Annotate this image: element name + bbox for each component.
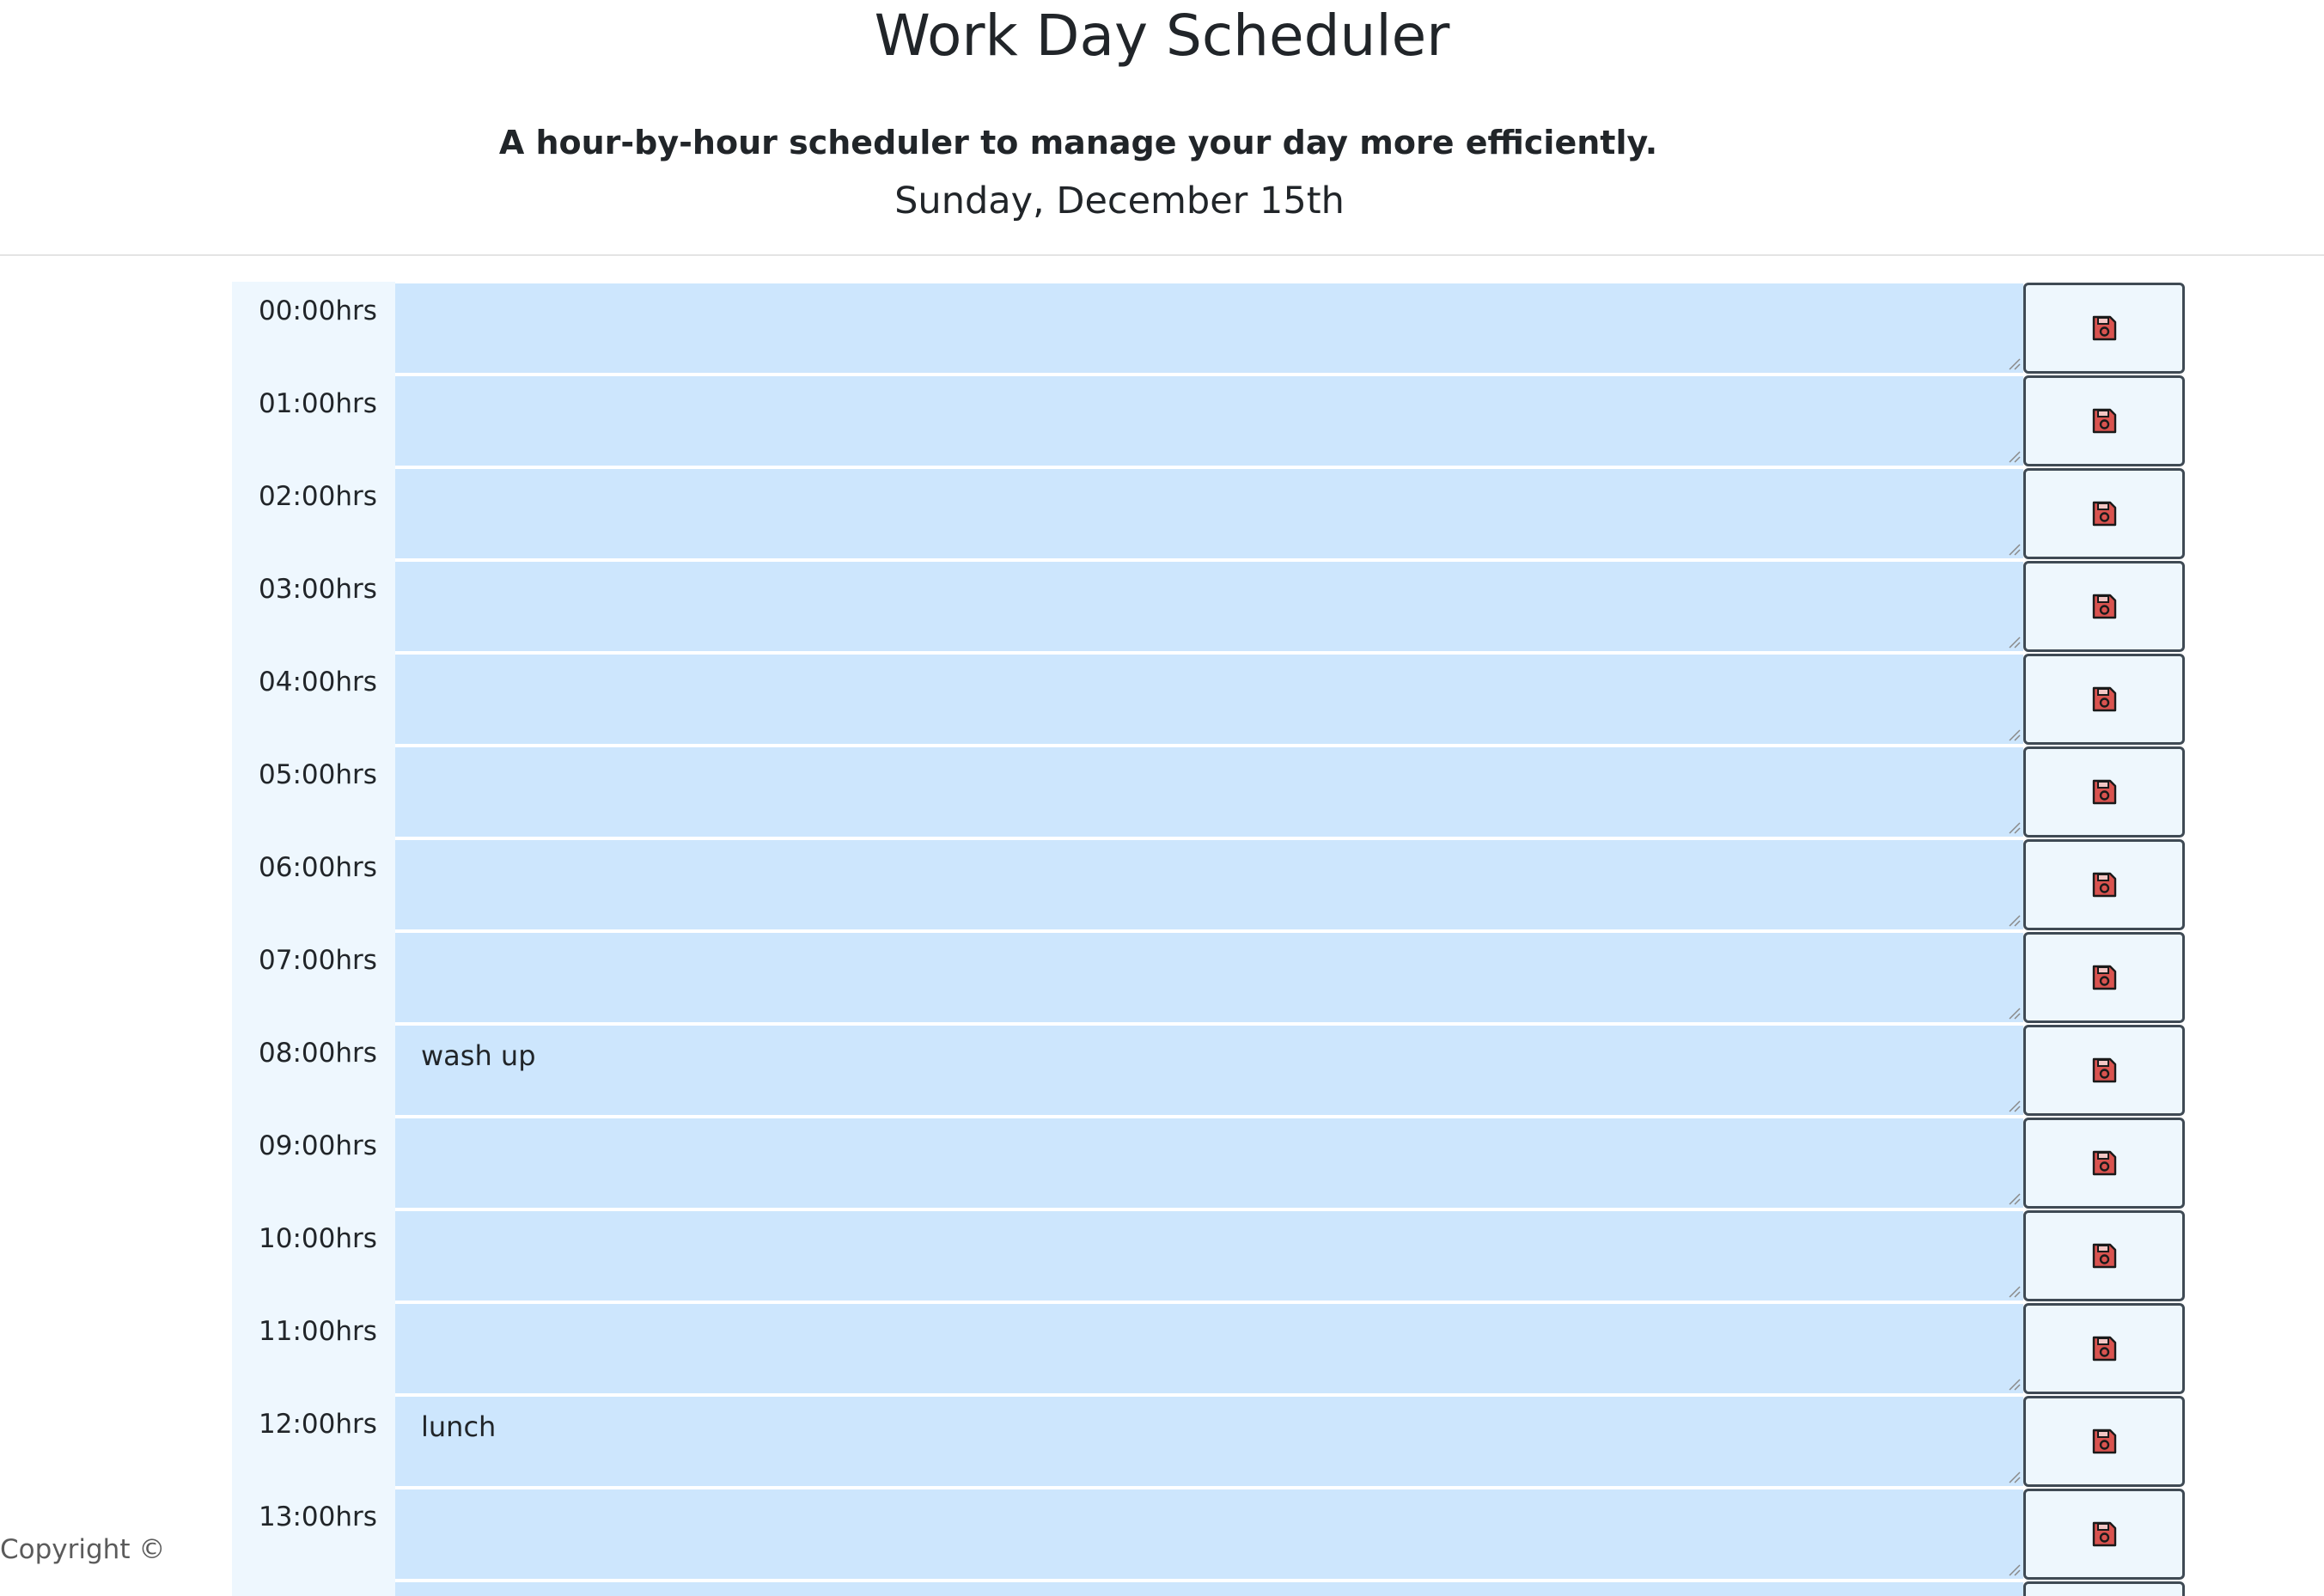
resize-handle-icon[interactable]: [2007, 1191, 2021, 1205]
time-block-row: 13:00hrs: [232, 1488, 2193, 1581]
floppy-disk-icon: [2092, 872, 2117, 898]
floppy-disk-icon: [2092, 1336, 2117, 1361]
resize-handle-icon[interactable]: [2007, 1562, 2021, 1576]
floppy-disk-icon: [2092, 965, 2117, 990]
floppy-disk-icon: [2092, 1057, 2117, 1083]
floppy-disk-icon: [2092, 501, 2117, 527]
page: Work Day Scheduler A hour-by-hour schedu…: [0, 0, 2324, 1596]
resize-handle-icon[interactable]: [2007, 913, 2021, 927]
event-description-textarea[interactable]: [395, 469, 2023, 558]
save-button[interactable]: [2023, 1118, 2185, 1209]
resize-handle-icon[interactable]: [2007, 1284, 2021, 1298]
save-button[interactable]: [2023, 746, 2185, 838]
resize-handle-icon[interactable]: [2007, 728, 2021, 741]
resize-handle-icon[interactable]: [2007, 635, 2021, 649]
event-description-textarea[interactable]: [395, 840, 2023, 929]
time-block-row: 14:00hrs: [232, 1581, 2193, 1596]
save-button[interactable]: [2023, 1489, 2185, 1580]
event-description-textarea[interactable]: [395, 1489, 2023, 1579]
event-description-textarea[interactable]: [395, 1304, 2023, 1393]
time-block-row: 08:00hrs wash up: [232, 1024, 2193, 1117]
resize-handle-icon[interactable]: [2007, 356, 2021, 370]
hour-label: 05:00hrs: [232, 746, 395, 838]
save-button[interactable]: [2023, 1396, 2185, 1487]
time-block-row: 04:00hrs: [232, 653, 2193, 746]
page-subtitle: A hour-by-hour scheduler to manage your …: [498, 124, 1658, 161]
resize-handle-icon[interactable]: [2007, 820, 2021, 834]
event-description-textarea[interactable]: wash up: [395, 1026, 2023, 1115]
save-button[interactable]: [2023, 283, 2185, 374]
event-description-textarea[interactable]: [395, 283, 2023, 373]
footer-copyright: Copyright ©: [0, 1534, 166, 1565]
time-block-row: 03:00hrs: [232, 560, 2193, 653]
floppy-disk-icon: [2092, 1150, 2117, 1176]
hour-label: 13:00hrs: [232, 1488, 395, 1581]
hour-label: 06:00hrs: [232, 838, 395, 931]
hour-label: 08:00hrs: [232, 1024, 395, 1117]
time-block-row: 02:00hrs: [232, 467, 2193, 560]
floppy-disk-icon: [2092, 686, 2117, 712]
floppy-disk-icon: [2092, 779, 2117, 805]
save-button[interactable]: [2023, 839, 2185, 930]
event-description-textarea[interactable]: [395, 562, 2023, 651]
time-block-row: 00:00hrs: [232, 282, 2193, 375]
time-block-row: 01:00hrs: [232, 375, 2193, 467]
time-block-row: 07:00hrs: [232, 931, 2193, 1024]
time-block-row: 11:00hrs: [232, 1302, 2193, 1395]
time-block-row: 05:00hrs: [232, 746, 2193, 838]
floppy-disk-icon: [2092, 315, 2117, 341]
time-block-row: 09:00hrs: [232, 1117, 2193, 1209]
save-button[interactable]: [2023, 1303, 2185, 1394]
floppy-disk-icon: [2092, 1428, 2117, 1454]
event-description-textarea[interactable]: [395, 376, 2023, 466]
event-description-text: lunch: [421, 1410, 497, 1443]
hour-label: 02:00hrs: [232, 467, 395, 560]
page-header: Work Day Scheduler A hour-by-hour schedu…: [0, 0, 2324, 256]
save-button[interactable]: [2023, 1581, 2185, 1596]
floppy-disk-icon: [2092, 594, 2117, 619]
floppy-disk-icon: [2092, 1243, 2117, 1269]
resize-handle-icon[interactable]: [2007, 449, 2021, 463]
hour-label: 12:00hrs: [232, 1395, 395, 1488]
hour-label: 01:00hrs: [232, 375, 395, 467]
resize-handle-icon[interactable]: [2007, 1006, 2021, 1020]
save-button[interactable]: [2023, 375, 2185, 466]
hour-label: 10:00hrs: [232, 1209, 395, 1302]
save-button[interactable]: [2023, 654, 2185, 745]
event-description-textarea[interactable]: [395, 1211, 2023, 1301]
save-button[interactable]: [2023, 1025, 2185, 1116]
hour-label: 03:00hrs: [232, 560, 395, 653]
save-button[interactable]: [2023, 468, 2185, 559]
hour-label: 04:00hrs: [232, 653, 395, 746]
floppy-disk-icon: [2092, 1521, 2117, 1547]
event-description-textarea[interactable]: lunch: [395, 1397, 2023, 1486]
current-date: Sunday, December 15th: [894, 180, 1345, 222]
time-block-row: 12:00hrs lunch: [232, 1395, 2193, 1488]
event-description-textarea[interactable]: [395, 933, 2023, 1022]
event-description-textarea[interactable]: [395, 747, 2023, 837]
hour-label: 11:00hrs: [232, 1302, 395, 1395]
hour-label: 00:00hrs: [232, 282, 395, 375]
resize-handle-icon[interactable]: [2007, 542, 2021, 556]
hour-label: 07:00hrs: [232, 931, 395, 1024]
resize-handle-icon[interactable]: [2007, 1470, 2021, 1483]
hour-label: 09:00hrs: [232, 1117, 395, 1209]
event-description-textarea[interactable]: [395, 1582, 2023, 1596]
time-block-row: 06:00hrs: [232, 838, 2193, 931]
page-title: Work Day Scheduler: [874, 3, 1450, 69]
save-button[interactable]: [2023, 1210, 2185, 1301]
event-description-text: wash up: [421, 1039, 536, 1072]
save-button[interactable]: [2023, 561, 2185, 652]
hour-label: 14:00hrs: [232, 1581, 395, 1596]
resize-handle-icon[interactable]: [2007, 1099, 2021, 1112]
floppy-disk-icon: [2092, 408, 2117, 434]
time-block-row: 10:00hrs: [232, 1209, 2193, 1302]
resize-handle-icon[interactable]: [2007, 1377, 2021, 1391]
save-button[interactable]: [2023, 932, 2185, 1023]
schedule-list: 00:00hrs 01:00hrs 02:00hrs 03:00hrs 04:00hrs…: [232, 282, 2193, 1596]
event-description-textarea[interactable]: [395, 655, 2023, 744]
event-description-textarea[interactable]: [395, 1118, 2023, 1208]
